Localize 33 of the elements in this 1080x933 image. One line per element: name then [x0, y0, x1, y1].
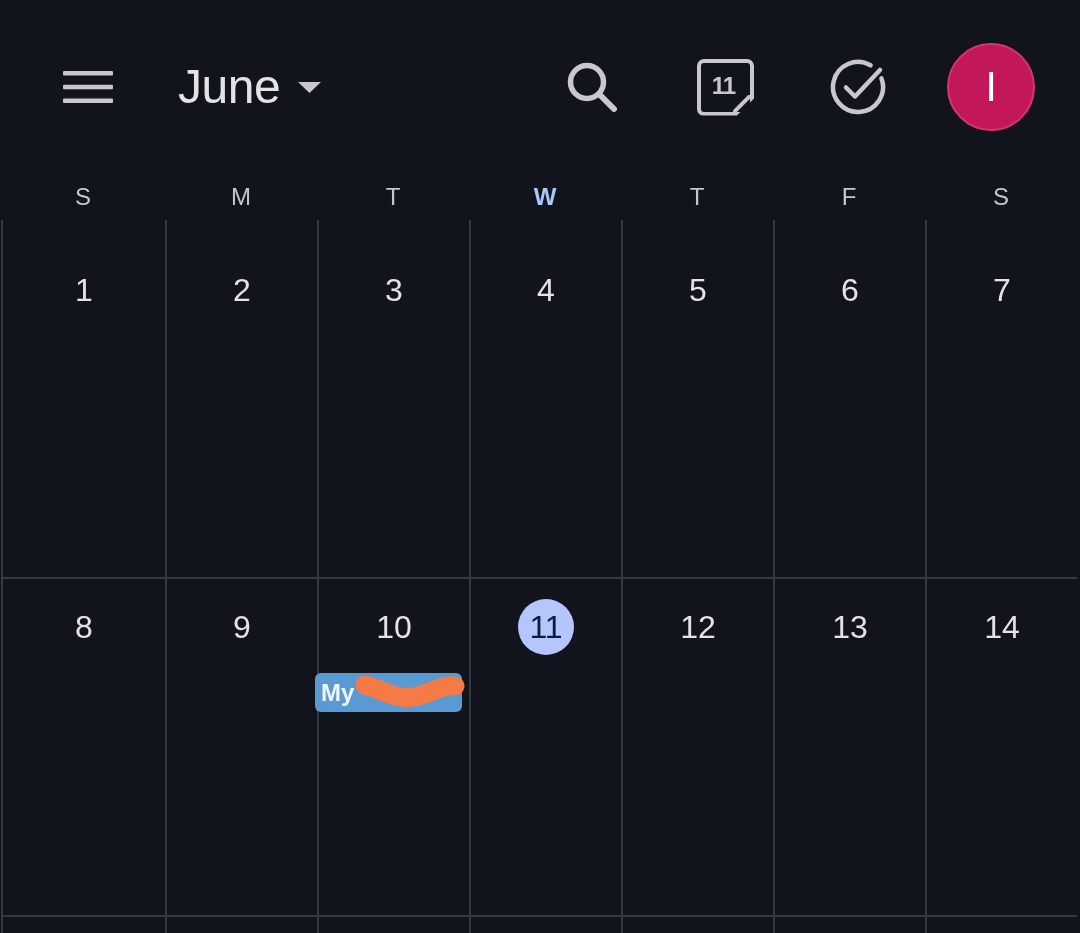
date-number[interactable]: 8	[56, 599, 112, 655]
weekday-label: T	[385, 183, 401, 211]
search-button[interactable]	[567, 62, 617, 112]
date-number[interactable]: 9	[214, 599, 270, 655]
weekday-label: M	[231, 183, 251, 211]
caret-icon	[298, 81, 322, 93]
date-number[interactable]: 2	[214, 262, 270, 318]
weekday-label: S	[993, 183, 1009, 211]
today-button[interactable]: 11	[697, 58, 754, 116]
date-number[interactable]: 7	[974, 262, 1030, 318]
month-title: June	[178, 59, 281, 115]
date-number[interactable]: 3	[366, 262, 422, 318]
today-date[interactable]: 11	[518, 599, 574, 655]
date-number[interactable]: 4	[518, 262, 574, 318]
date-number[interactable]: 14	[974, 599, 1030, 655]
date-number[interactable]: 13	[822, 599, 878, 655]
month-picker-button[interactable]: June	[178, 59, 322, 115]
check-circle-icon	[829, 58, 887, 116]
weekday-label: F	[841, 183, 857, 211]
date-number[interactable]: 12	[670, 599, 726, 655]
date-number[interactable]: 1	[56, 262, 112, 318]
date-number[interactable]: 6	[822, 262, 878, 318]
tasks-button[interactable]	[829, 58, 887, 116]
weekday-label: T	[689, 183, 705, 211]
account-avatar[interactable]: I	[947, 43, 1035, 131]
search-icon	[567, 62, 617, 112]
event-title: My	[321, 678, 355, 707]
date-number[interactable]: 5	[670, 262, 726, 318]
weekday-label: W	[533, 183, 557, 211]
date-number[interactable]: 10	[366, 599, 422, 655]
weekday-label: S	[75, 183, 91, 211]
menu-icon	[63, 71, 113, 103]
menu-button[interactable]	[63, 71, 113, 103]
